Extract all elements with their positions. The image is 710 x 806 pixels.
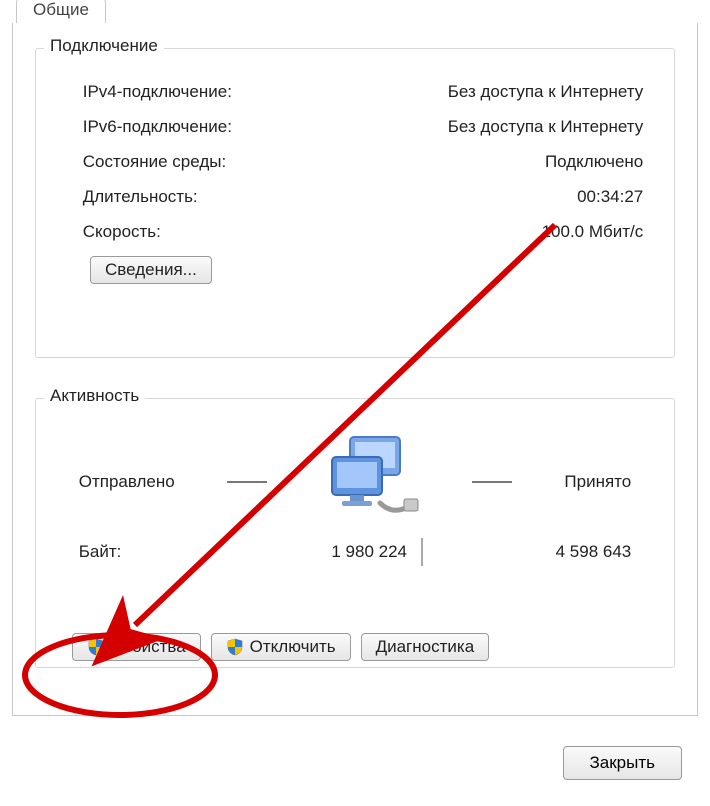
row-ipv6: IPv6-подключение: Без доступа к Интернет… (49, 110, 662, 145)
diagnose-button-label: Диагностика (376, 637, 475, 657)
row-ipv4: IPv4-подключение: Без доступа к Интернет… (49, 75, 662, 110)
row-media-state-label: Состояние среды: (83, 152, 226, 172)
dash-right (472, 481, 512, 483)
bytes-label: Байт: (79, 542, 199, 562)
bytes-recv-value: 4 598 643 (423, 542, 631, 562)
row-ipv6-value: Без доступа к Интернету (448, 117, 644, 137)
close-button-label: Закрыть (590, 753, 655, 772)
tab-general[interactable]: Общие (16, 0, 106, 24)
row-speed-label: Скорость: (83, 222, 161, 242)
row-speed: Скорость: 100.0 Мбит/с (49, 215, 662, 250)
row-duration-value: 00:34:27 (577, 187, 643, 207)
disable-button[interactable]: Отключить (211, 633, 351, 661)
tab-strip: Общие (12, 0, 698, 24)
details-button-label: Сведения... (105, 260, 197, 280)
network-computers-icon (320, 435, 420, 530)
row-media-state: Состояние среды: Подключено (49, 145, 662, 180)
row-ipv4-value: Без доступа к Интернету (448, 82, 644, 102)
properties-button-label: Свойства (111, 637, 186, 657)
row-duration-label: Длительность: (83, 187, 198, 207)
shield-icon (87, 638, 105, 656)
close-button[interactable]: Закрыть (563, 746, 682, 780)
diagnose-button[interactable]: Диагностика (361, 633, 490, 661)
row-media-state-value: Подключено (545, 152, 643, 172)
tab-general-label: Общие (33, 0, 89, 19)
dialog-panel: Подключение IPv4-подключение: Без доступ… (12, 23, 698, 716)
group-connection-title: Подключение (44, 36, 164, 56)
shield-icon (226, 638, 244, 656)
group-activity-title: Активность (44, 386, 145, 406)
details-button[interactable]: Сведения... (90, 256, 212, 284)
row-ipv4-label: IPv4-подключение: (83, 82, 232, 102)
sent-label: Отправлено (79, 472, 175, 492)
properties-button[interactable]: Свойства (72, 633, 201, 661)
group-activity: Активность Отправлено (35, 398, 675, 668)
group-connection: Подключение IPv4-подключение: Без доступ… (35, 48, 675, 358)
disable-button-label: Отключить (250, 637, 336, 657)
recv-label: Принято (564, 472, 631, 492)
row-duration: Длительность: 00:34:27 (49, 180, 662, 215)
row-speed-value: 100.0 Мбит/с (542, 222, 644, 242)
row-ipv6-label: IPv6-подключение: (83, 117, 232, 137)
dash-left (227, 481, 267, 483)
bytes-sent-value: 1 980 224 (199, 542, 421, 562)
